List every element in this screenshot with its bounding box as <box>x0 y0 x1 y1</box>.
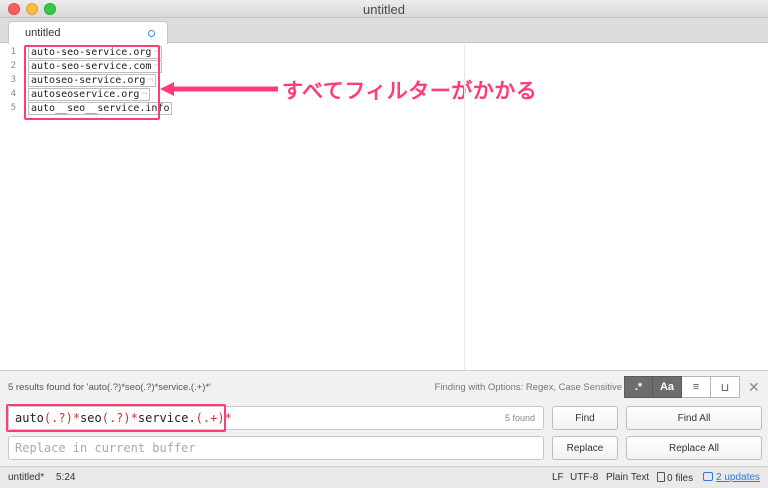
ruler-guide <box>464 44 465 370</box>
find-button[interactable]: Find <box>552 406 618 430</box>
case-sensitive-toggle[interactable]: Aa <box>653 376 682 398</box>
tab-untitled[interactable]: untitled <box>8 21 168 44</box>
file-icon <box>657 472 665 482</box>
status-file-name: untitled* <box>8 472 45 483</box>
regex-toggle[interactable]: .* <box>624 376 653 398</box>
title-bar: untitled <box>0 0 768 18</box>
status-bar: untitled* 5:24 LF UTF-8 Plain Text 0 fil… <box>0 466 768 488</box>
find-all-button[interactable]: Find All <box>626 406 762 430</box>
matches-highlight-box <box>24 45 160 120</box>
replace-button[interactable]: Replace <box>552 436 618 460</box>
replace-input-wrapper <box>8 436 544 460</box>
updates-icon <box>703 472 713 481</box>
annotation-text: すべてフィルターがかかる <box>282 80 538 103</box>
close-find-panel-icon[interactable]: ✕ <box>748 379 760 396</box>
find-match-count: 5 found <box>504 413 535 423</box>
status-updates[interactable]: 2 updates <box>703 472 760 483</box>
status-cursor-position: 5:24 <box>56 472 76 483</box>
find-panel: 5 results found for 'auto(.?)*seo(.?)*se… <box>0 370 768 466</box>
editor-pane[interactable]: 1 2 3 4 5 auto-seo-service.org auto-seo-… <box>0 44 768 370</box>
status-syntax[interactable]: Plain Text <box>606 472 649 483</box>
line-number: 3 <box>10 75 16 85</box>
line-number: 4 <box>10 89 16 99</box>
line-number: 2 <box>10 61 16 71</box>
replace-all-button[interactable]: Replace All <box>626 436 762 460</box>
tab-bar: untitled <box>0 18 768 44</box>
window-title: untitled <box>363 2 405 17</box>
wrap-toggle[interactable]: ⊔ <box>711 376 740 398</box>
replace-input[interactable] <box>9 437 543 459</box>
find-results-status: 5 results found for 'auto(.?)*seo(.?)*se… <box>8 382 211 393</box>
annotation-arrow-icon <box>160 82 278 96</box>
line-number: 5 <box>10 103 16 113</box>
status-line-ending[interactable]: LF <box>552 472 564 483</box>
unsaved-dot-icon[interactable] <box>148 30 155 37</box>
find-options-label: Finding with Options: Regex, Case Sensit… <box>434 382 622 393</box>
find-option-toggles: .* Aa ≡ ⊔ <box>624 376 740 398</box>
status-encoding[interactable]: UTF-8 <box>570 472 598 483</box>
whole-word-toggle[interactable]: ≡ <box>682 376 711 398</box>
line-number: 1 <box>10 47 16 57</box>
status-files[interactable]: 0 files <box>657 472 693 484</box>
tab-label: untitled <box>25 27 61 39</box>
query-highlight-box <box>6 404 226 432</box>
